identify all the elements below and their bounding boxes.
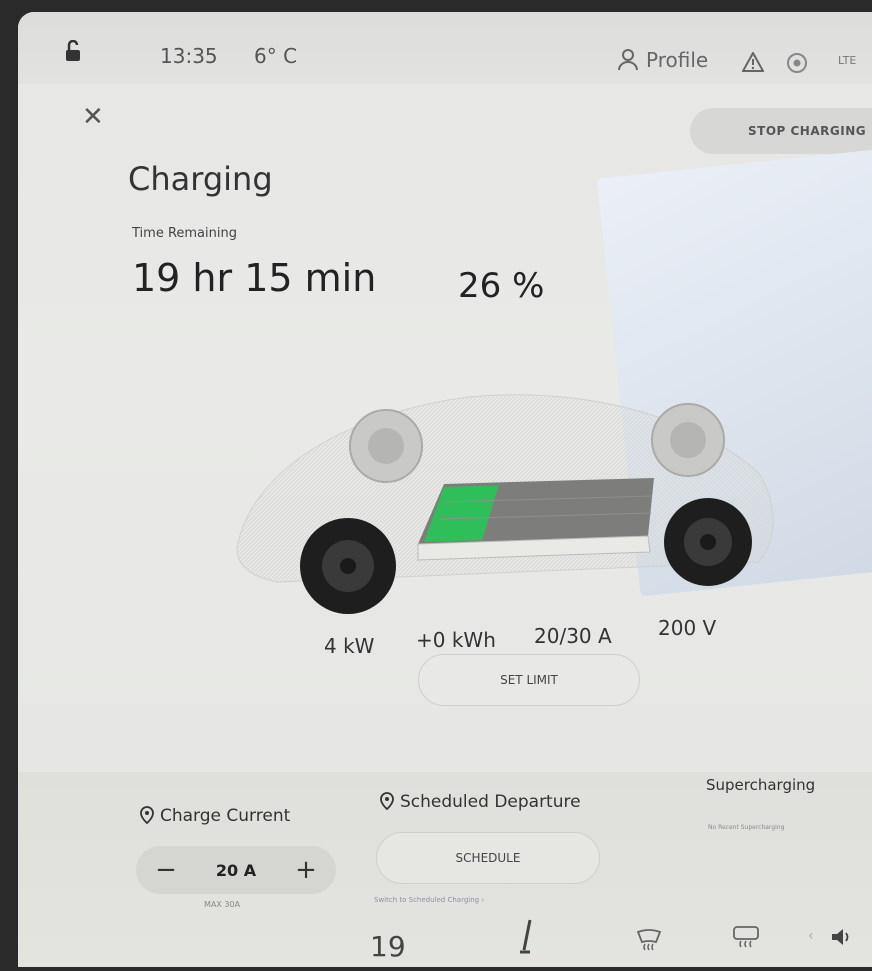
status-bar: 13:35 6° C Profile LTE [18,12,872,84]
front-defrost-icon[interactable] [636,928,662,952]
location-pin-icon [140,806,154,825]
charge-current-label: Charge Current [160,806,291,826]
person-icon [618,49,638,71]
time-remaining-label: Time Remaining [132,226,237,241]
stop-charging-button[interactable]: STOP CHARGING [690,108,872,154]
chevron-left-icon[interactable]: ‹ [808,928,814,944]
page-title: Charging [128,160,273,198]
scheduled-departure-label: Scheduled Departure [400,792,581,812]
max-current-label: MAX 30A [204,900,241,909]
car-battery-illustration [236,394,774,614]
current-stat: 20/30 A [534,624,612,648]
close-icon[interactable]: ✕ [82,104,104,130]
battery-percent: 26 % [458,266,545,306]
supercharging-note: No Recent Supercharging [708,824,785,831]
battery-pack [417,478,654,561]
outside-temperature: 6° C [254,44,298,68]
set-limit-button[interactable]: SET LIMIT [418,654,640,706]
profile-label: Profile [646,48,709,72]
schedule-button[interactable]: SCHEDULE [376,832,600,884]
scheduled-departure-heading: Scheduled Departure [380,792,581,812]
charge-current-heading: Charge Current [140,806,290,826]
volume-icon[interactable] [830,926,854,948]
energy-added-stat: +0 kWh [416,628,496,652]
location-pin-icon [380,792,394,811]
climate-temperature-partial[interactable]: 19 [370,930,406,963]
profile-button[interactable]: Profile [618,48,708,72]
unlocked-lock-icon[interactable] [62,40,84,62]
front-wheel-back-icon [651,403,725,477]
alert-icon[interactable] [742,52,764,72]
time-remaining-value: 19 hr 15 min [132,256,377,300]
rear-defrost-icon[interactable] [732,924,760,950]
increase-current-button[interactable]: + [294,855,318,885]
voltage-stat: 200 V [658,616,717,640]
scheduled-charging-link[interactable]: Switch to Scheduled Charging › [374,896,484,904]
power-stat: 4 kW [324,634,375,658]
charge-current-value: 20 A [215,860,257,880]
supercharging-label: Supercharging [706,776,816,794]
clock: 13:35 [160,44,218,68]
rear-wheel-front-icon [300,518,396,614]
rear-wheel-back-icon [349,409,423,483]
charging-screen: 13:35 6° C Profile LTE ✕ STOP CHARGING C… [18,12,872,967]
decrease-current-button[interactable]: − [154,855,178,885]
charge-current-stepper: − 20 A + [136,846,336,894]
sentry-mode-icon[interactable] [786,52,808,74]
front-wheel-front-icon [664,498,752,586]
network-indicator: LTE [838,54,857,67]
wiper-icon[interactable] [516,918,536,958]
